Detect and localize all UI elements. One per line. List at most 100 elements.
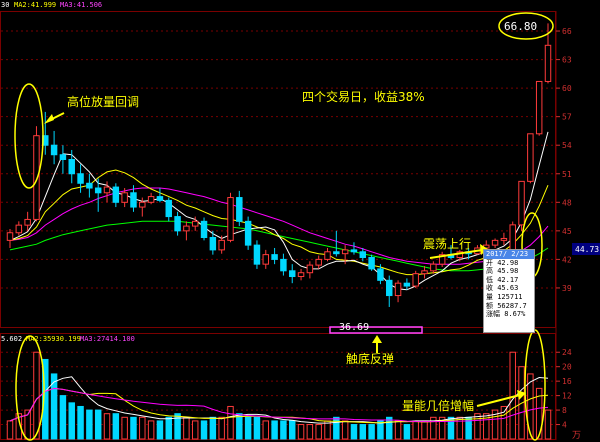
volume-bar[interactable] (403, 424, 411, 440)
candle-body[interactable] (535, 80, 543, 135)
volume-bar[interactable] (33, 351, 40, 440)
candle-body[interactable] (200, 220, 208, 239)
volume-bar[interactable] (236, 413, 243, 440)
candle-body[interactable] (271, 254, 278, 260)
volume-bar[interactable] (262, 420, 270, 440)
volume-bar[interactable] (280, 420, 287, 440)
candle-body[interactable] (147, 196, 155, 203)
candle-body[interactable] (288, 270, 296, 278)
candle-body[interactable] (165, 199, 172, 218)
candle-body[interactable] (359, 251, 367, 258)
volume-bar[interactable] (112, 413, 120, 440)
candle-body[interactable] (412, 273, 419, 287)
volume-bar[interactable] (386, 416, 393, 440)
volume-bar[interactable] (6, 420, 14, 440)
candle-body[interactable] (341, 249, 349, 255)
volume-bar[interactable] (333, 416, 340, 440)
volume-bar[interactable] (147, 420, 155, 440)
candle-body[interactable] (218, 239, 225, 251)
volume-bar[interactable] (183, 416, 190, 440)
volume-bar[interactable] (244, 416, 252, 440)
candle-body[interactable] (121, 192, 128, 203)
candle-body[interactable] (421, 270, 428, 275)
candle-body[interactable] (77, 173, 84, 184)
volume-bar[interactable] (412, 420, 419, 440)
candle-body[interactable] (518, 180, 525, 226)
volume-bar[interactable] (544, 409, 552, 440)
candle-body[interactable] (386, 279, 393, 297)
volume-bar[interactable] (421, 420, 428, 440)
volume-bar[interactable] (94, 409, 102, 440)
candle-body[interactable] (253, 244, 261, 265)
candle-body[interactable] (544, 44, 552, 82)
candle-body[interactable] (500, 237, 508, 241)
volume-bar[interactable] (359, 424, 367, 440)
volume-bar[interactable] (394, 420, 402, 440)
candle-body[interactable] (262, 254, 270, 265)
candle-body[interactable] (103, 186, 111, 194)
candle-body[interactable] (324, 251, 331, 260)
candle-body[interactable] (333, 251, 340, 255)
candle-body[interactable] (59, 154, 67, 160)
volume-bar[interactable] (68, 402, 75, 440)
candle-body[interactable] (24, 218, 31, 226)
volume-bar[interactable] (324, 420, 331, 440)
volume-bar[interactable] (271, 420, 278, 440)
candle-body[interactable] (209, 237, 217, 251)
candle-body[interactable] (306, 264, 314, 274)
volume-bar[interactable] (350, 424, 358, 440)
candle-body[interactable] (430, 263, 437, 272)
candle-body[interactable] (94, 187, 102, 194)
volume-bar[interactable] (474, 413, 481, 440)
candle-body[interactable] (377, 268, 384, 281)
volume-bar[interactable] (200, 420, 208, 440)
candle-body[interactable] (139, 201, 146, 208)
candle-body[interactable] (244, 220, 252, 246)
candle-body[interactable] (174, 216, 181, 232)
volume-bar[interactable] (209, 416, 217, 440)
volume-bars[interactable] (6, 351, 552, 440)
volume-bar[interactable] (377, 420, 384, 440)
candle-body[interactable] (491, 239, 499, 246)
volume-bar[interactable] (165, 416, 172, 440)
volume-bar[interactable] (156, 420, 164, 440)
volume-bar[interactable] (315, 424, 322, 440)
candle-body[interactable] (315, 258, 322, 266)
volume-bar[interactable] (86, 409, 93, 440)
volume-bar[interactable] (77, 405, 84, 440)
volume-bar[interactable] (253, 416, 261, 440)
candle-body[interactable] (350, 249, 358, 253)
candle-body[interactable] (15, 224, 23, 234)
candle-body[interactable] (527, 133, 534, 182)
candle-body[interactable] (403, 282, 411, 287)
volume-bar[interactable] (139, 416, 146, 440)
volume-bar[interactable] (191, 420, 199, 440)
candle-body[interactable] (130, 192, 137, 208)
volume-bar[interactable] (368, 424, 375, 440)
candle-body[interactable] (112, 186, 120, 203)
candle-body[interactable] (156, 196, 164, 201)
candle-body[interactable] (297, 272, 305, 278)
volume-bar[interactable] (341, 420, 349, 440)
volume-bar[interactable] (306, 424, 314, 440)
volume-bar[interactable] (121, 416, 128, 440)
volume-bar[interactable] (59, 395, 67, 440)
candle-body[interactable] (191, 220, 199, 227)
candle-body[interactable] (183, 225, 190, 232)
candle-body[interactable] (68, 158, 75, 175)
candle-body[interactable] (50, 144, 58, 156)
candle-body[interactable] (368, 256, 375, 270)
volume-bar[interactable] (218, 416, 225, 440)
volume-bar[interactable] (227, 405, 234, 440)
candle-body[interactable] (6, 232, 14, 241)
candle-body[interactable] (280, 258, 287, 272)
candle-body[interactable] (86, 182, 93, 189)
volume-bar[interactable] (297, 424, 305, 440)
candle-body[interactable] (33, 135, 40, 220)
candle-body[interactable] (509, 224, 516, 251)
stock-chart[interactable]: 30 MA2:41.999 MA3:41.506 666360575451484… (0, 0, 600, 442)
candle-body[interactable] (236, 197, 243, 222)
candle-body[interactable] (394, 282, 402, 297)
volume-bar[interactable] (288, 420, 296, 440)
volume-bar[interactable] (130, 416, 137, 440)
